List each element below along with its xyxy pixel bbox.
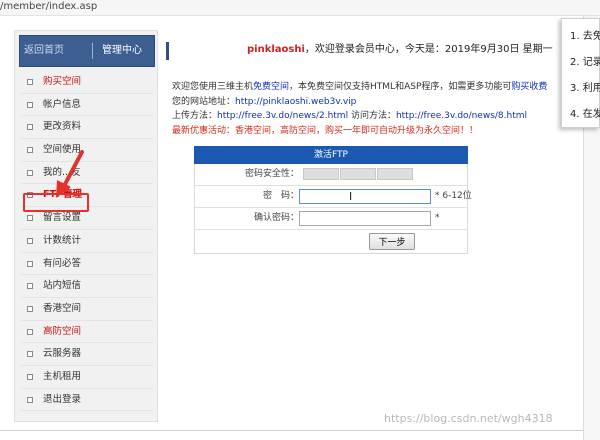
strength-row: 密码安全性： bbox=[194, 164, 468, 186]
sidebar-item-ftp-manage[interactable]: FTP管理 bbox=[21, 184, 153, 208]
buy-paid-link[interactable]: 购买收费 bbox=[511, 82, 547, 92]
site-url-link[interactable]: http://pinklaoshi.web3v.vip bbox=[235, 97, 356, 107]
sidebar-item-site-messages[interactable]: 站内短信 bbox=[21, 275, 153, 298]
strength-label: 密码安全性： bbox=[244, 169, 299, 179]
strength-segment bbox=[377, 168, 413, 180]
sidebar-item-label: 站内短信 bbox=[43, 280, 82, 292]
sidebar-item-space-usage[interactable]: 空间使用 bbox=[21, 139, 153, 162]
sidebar-item-counter-stats[interactable]: 计数统计 bbox=[21, 230, 153, 253]
sidebar-item-label: 云服务器 bbox=[43, 348, 82, 360]
sidebar-item-cloud-server[interactable]: 云服务器 bbox=[21, 343, 153, 366]
sidebar-item-label: 香港空间 bbox=[43, 302, 82, 314]
sidebar-item-label: 退出登录 bbox=[43, 393, 82, 405]
sidebar-menu: 购买空间 帐户信息 更改资料 空间使用 我的...友 FTP管理 留言设置 计数… bbox=[21, 71, 153, 412]
promo-text: 最新优惠活动：香港空间，高防空间，购买一年即可自动升级为永久空间！！ bbox=[172, 125, 479, 136]
info-line-methods: 上传方法：http://free.3v.do/news/2.html 访问方法：… bbox=[172, 109, 562, 124]
sidebar-item-label: 购买空间 bbox=[43, 76, 82, 87]
sidebar-item-hk-space[interactable]: 香港空间 bbox=[21, 298, 153, 321]
watermark: https://blog.csdn.net/wgh4318 bbox=[384, 412, 553, 425]
sidebar: 返回首页 管理中心 购买空间 帐户信息 更改资料 空间使用 我的...友 FTP… bbox=[14, 30, 158, 422]
bullet-icon bbox=[27, 328, 33, 335]
popup-item-1[interactable]: 1. 去免 bbox=[570, 27, 600, 42]
bullet-icon bbox=[27, 147, 33, 154]
sidebar-item-label: 我的...友 bbox=[43, 166, 81, 178]
form-title: 激活FTP bbox=[194, 146, 468, 164]
site-url-label: 您的网站地址： bbox=[172, 96, 236, 107]
upload-label: 上传方法： bbox=[172, 111, 218, 121]
sidebar-item-buy-space[interactable]: 购买空间 bbox=[21, 71, 153, 94]
sidebar-item-host-rental[interactable]: 主机租用 bbox=[21, 366, 153, 389]
bullet-icon bbox=[27, 283, 33, 290]
bullet-icon bbox=[27, 373, 33, 380]
free-space-link[interactable]: 免费空间 bbox=[253, 82, 289, 92]
side-popup: 1. 去免 2. 记录 3. 利用 4. 在发 bbox=[561, 18, 600, 128]
confirm-password-input[interactable] bbox=[299, 211, 431, 226]
access-method-link[interactable]: http://free.3v.do/news/8.html bbox=[396, 111, 527, 121]
sidebar-item-label: 计数统计 bbox=[43, 234, 82, 246]
bullet-icon bbox=[27, 260, 33, 267]
password-label: 密 码： bbox=[262, 191, 299, 201]
strength-segment bbox=[303, 168, 339, 180]
sidebar-item-label: 帐户信息 bbox=[43, 98, 82, 110]
password-row: 密 码： I * 6-12位 bbox=[194, 186, 472, 208]
access-label: 访问方法： bbox=[348, 111, 396, 121]
ftp-activation-form: 激活FTP 密码安全性： 密 码： I * 6-12位 确认密码： * 下一步 bbox=[194, 146, 472, 254]
sidebar-item-message-settings[interactable]: 留言设置 bbox=[21, 207, 153, 230]
sidebar-item-my-friends[interactable]: 我的...友 bbox=[21, 162, 153, 185]
welcome-date: ，欢迎登录会员中心，今天是：2019年9月30日 星期一 bbox=[304, 44, 553, 55]
popup-item-4[interactable]: 4. 在发 bbox=[570, 105, 600, 120]
url-text: /member/index.asp bbox=[0, 1, 98, 12]
sidebar-item-ddos-space[interactable]: 高防空间 bbox=[21, 321, 153, 344]
header-divider bbox=[92, 43, 93, 59]
confirm-label: 确认密码： bbox=[253, 213, 299, 223]
bullet-icon bbox=[27, 396, 33, 403]
sidebar-item-label: 留言设置 bbox=[43, 212, 82, 224]
welcome-bar: pinklaoshi，欢迎登录会员中心，今天是：2019年9月30日 星期一 bbox=[166, 42, 556, 60]
username: pinklaoshi bbox=[247, 44, 305, 55]
password-input[interactable] bbox=[299, 189, 431, 204]
upload-method-link[interactable]: http://free.3v.do/news/2.html bbox=[217, 111, 348, 121]
sidebar-item-faq[interactable]: 有问必答 bbox=[21, 253, 153, 276]
bullet-icon bbox=[27, 351, 33, 358]
sidebar-item-label: 主机租用 bbox=[43, 370, 82, 382]
bullet-icon bbox=[27, 237, 33, 244]
submit-row: 下一步 bbox=[194, 230, 468, 254]
sidebar-header: 返回首页 管理中心 bbox=[19, 35, 155, 67]
password-hint: * 6-12位 bbox=[435, 191, 472, 201]
sidebar-item-label: FTP管理 bbox=[43, 189, 82, 201]
admin-center-label: 管理中心 bbox=[102, 45, 142, 56]
password-strength-meter bbox=[303, 168, 414, 180]
sidebar-item-logout[interactable]: 退出登录 bbox=[21, 389, 153, 412]
browser-url-bar[interactable]: /member/index.asp bbox=[0, 0, 600, 16]
confirm-row: 确认密码： * bbox=[194, 208, 468, 230]
back-home-link[interactable]: 返回首页 bbox=[24, 36, 64, 66]
bullet-icon bbox=[27, 79, 33, 85]
confirm-hint: * bbox=[435, 213, 440, 223]
welcome-text: pinklaoshi，欢迎登录会员中心，今天是：2019年9月30日 星期一 bbox=[247, 42, 553, 58]
strength-segment bbox=[340, 168, 376, 180]
text-cursor-icon: I bbox=[349, 190, 353, 203]
info-line-intro: 欢迎您使用三维主机免费空间，本免费空间仅支持HTML和ASP程序，如需更多功能可… bbox=[172, 80, 562, 95]
sidebar-item-label: 有问必答 bbox=[43, 257, 82, 269]
bullet-icon bbox=[27, 169, 33, 176]
info-block: 欢迎您使用三维主机免费空间，本免费空间仅支持HTML和ASP程序，如需更多功能可… bbox=[172, 80, 562, 138]
bullet-icon bbox=[27, 124, 33, 131]
sidebar-item-label: 空间使用 bbox=[43, 144, 82, 156]
next-step-button[interactable]: 下一步 bbox=[369, 233, 415, 250]
sidebar-item-label: 更改资料 bbox=[43, 121, 82, 133]
sidebar-item-label: 高防空间 bbox=[43, 325, 82, 337]
bullet-icon bbox=[27, 305, 33, 312]
bullet-icon bbox=[27, 101, 33, 108]
popup-item-3[interactable]: 3. 利用 bbox=[570, 79, 600, 94]
bullet-icon bbox=[27, 192, 33, 199]
sidebar-item-edit-profile[interactable]: 更改资料 bbox=[21, 116, 153, 140]
info-line-site-url: 您的网站地址：http://pinklaoshi.web3v.vip bbox=[172, 95, 562, 110]
popup-item-2[interactable]: 2. 记录 bbox=[570, 53, 600, 68]
intro-text: 欢迎您使用三维主机 bbox=[172, 82, 254, 92]
sidebar-item-account-info[interactable]: 帐户信息 bbox=[21, 94, 153, 117]
bullet-icon bbox=[27, 215, 33, 222]
intro-suffix: ，本免费空间仅支持HTML和ASP程序，如需更多功能可 bbox=[289, 82, 512, 92]
bottom-divider bbox=[0, 430, 583, 431]
